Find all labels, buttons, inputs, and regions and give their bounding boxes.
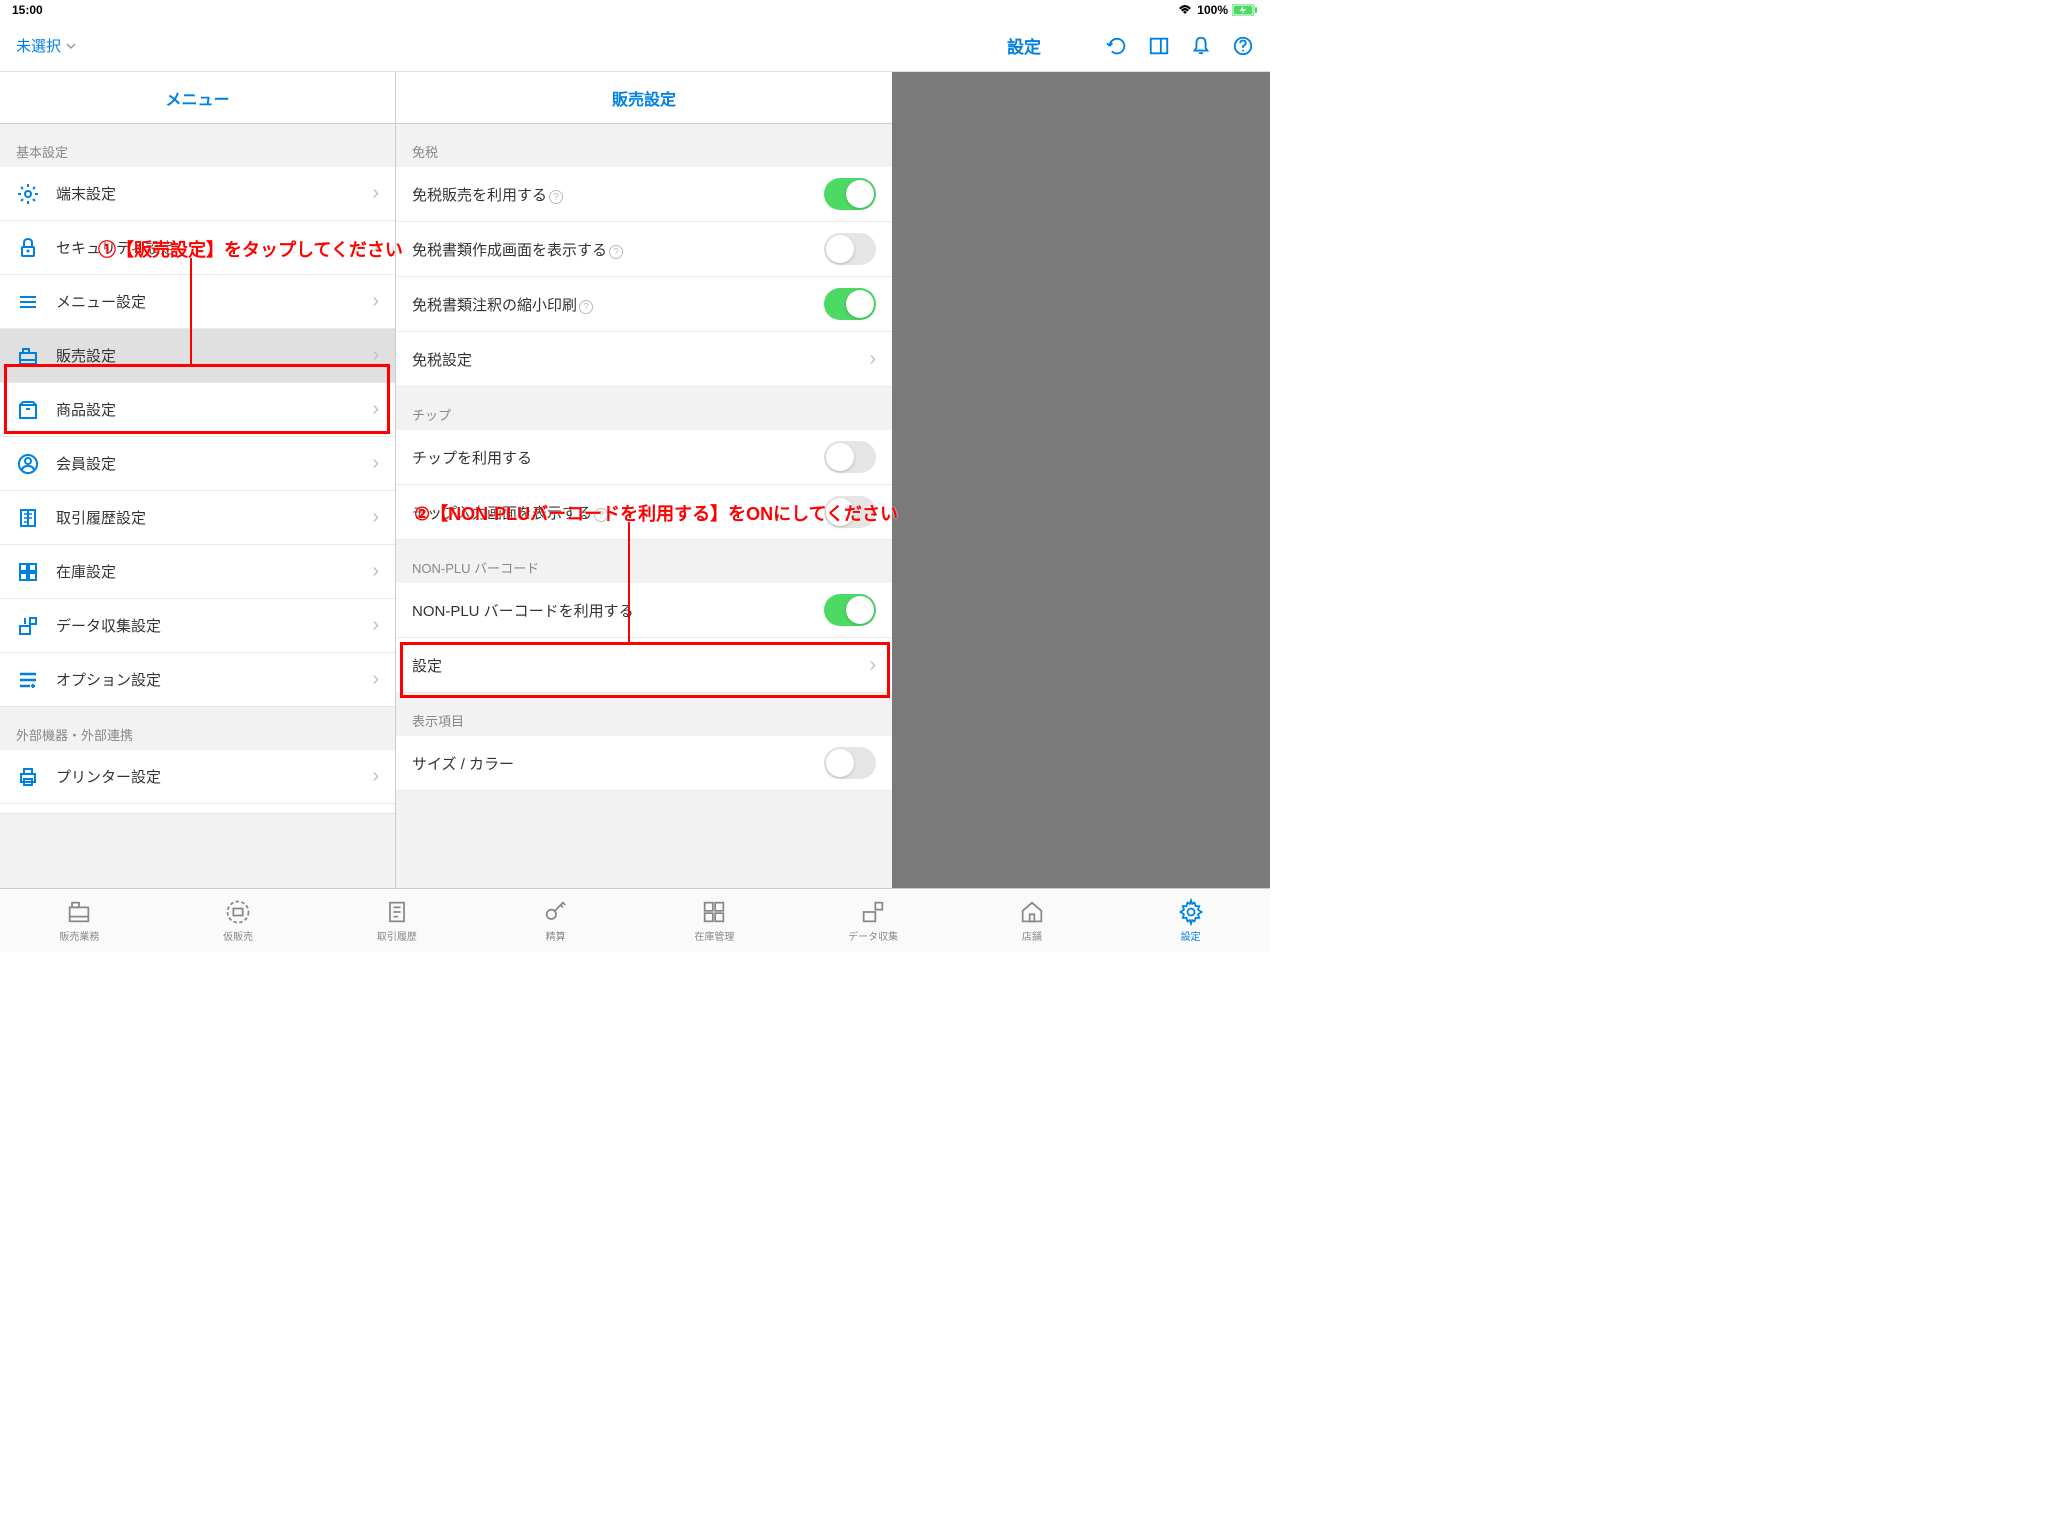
group-header-display: 表示項目 [396, 693, 892, 736]
menu-item-terminal[interactable]: 端末設定› [0, 167, 395, 221]
annotation-1: ①【販売設定】をタップしてください [98, 236, 403, 262]
highlight-box-1 [4, 364, 390, 434]
chevron-right-icon: › [372, 614, 379, 637]
nav-left-selector[interactable]: 未選択 [16, 35, 77, 56]
row-tax-use: 免税販売を利用する? [396, 167, 892, 222]
gear-icon [1177, 898, 1205, 926]
toggle-tax-doc[interactable] [824, 233, 876, 265]
chevron-right-icon: › [372, 452, 379, 475]
chevron-right-icon: › [372, 290, 379, 313]
annotation-2: ②【NON-PLUバーコードを利用する】をONにしてください [414, 500, 898, 526]
toggle-tax-use[interactable] [824, 178, 876, 210]
empty-panel [892, 72, 1270, 888]
chevron-down-icon [65, 40, 77, 52]
chevron-right-icon: › [372, 560, 379, 583]
main-panel[interactable]: 販売設定 免税 免税販売を利用する? 免税書類作成画面を表示する? 免税書類注釈… [396, 72, 892, 888]
provisional-icon [224, 898, 252, 926]
refresh-icon[interactable] [1106, 35, 1128, 57]
receipt-icon [16, 506, 40, 530]
collect-icon [859, 898, 887, 926]
chevron-right-icon: › [372, 765, 379, 788]
row-tax-doc: 免税書類作成画面を表示する? [396, 222, 892, 277]
chevron-right-icon: › [372, 668, 379, 691]
section-header-basic: 基本設定 [0, 124, 395, 167]
tab-history[interactable]: 取引履歴 [318, 889, 477, 952]
highlight-box-2 [400, 642, 890, 698]
collect-icon [16, 614, 40, 638]
annotation-line-2 [628, 522, 630, 642]
help-icon[interactable]: ? [579, 300, 593, 314]
row-tip-use: チップを利用する [396, 430, 892, 485]
bell-icon[interactable] [1190, 35, 1212, 57]
tab-provisional[interactable]: 仮販売 [159, 889, 318, 952]
battery-icon [1232, 4, 1258, 16]
receipt-icon [383, 898, 411, 926]
help-icon[interactable] [1232, 35, 1254, 57]
tab-store[interactable]: 店舗 [953, 889, 1112, 952]
row-tax-settings[interactable]: 免税設定› [396, 332, 892, 387]
row-size-color: サイズ / カラー [396, 736, 892, 791]
menu-item-member[interactable]: 会員設定› [0, 437, 395, 491]
group-header-tip: チップ [396, 387, 892, 430]
group-header-tax: 免税 [396, 124, 892, 167]
tab-collect[interactable]: データ収集 [794, 889, 953, 952]
tab-bar: 販売業務 仮販売 取引履歴 精算 在庫管理 データ収集 店舗 設定 [0, 888, 1270, 952]
annotation-line-1 [190, 258, 192, 364]
user-icon [16, 452, 40, 476]
section-header-external: 外部機器・外部連携 [0, 707, 395, 750]
menu-item-collect[interactable]: データ収集設定› [0, 599, 395, 653]
menu-icon [16, 290, 40, 314]
menu-item-menu[interactable]: メニュー設定› [0, 275, 395, 329]
home-icon [1018, 898, 1046, 926]
toggle-tip-use[interactable] [824, 441, 876, 473]
toggle-tax-print[interactable] [824, 288, 876, 320]
nav-bar: 未選択 設定 [0, 20, 1270, 72]
status-right: 100% [1177, 3, 1258, 17]
gear-icon [16, 182, 40, 206]
printer-icon [16, 765, 40, 789]
sidebar: メニュー 基本設定 端末設定› セキュリティ設定› メニュー設定› 販売設定› … [0, 72, 396, 888]
status-time: 15:00 [12, 3, 43, 17]
main-header: 販売設定 [396, 72, 892, 124]
status-bar: 15:00 100% [0, 0, 1270, 20]
lines-icon [16, 668, 40, 692]
key-icon [542, 898, 570, 926]
grid-icon [700, 898, 728, 926]
help-icon[interactable]: ? [549, 190, 563, 204]
nav-title: 設定 [1007, 33, 1041, 58]
sidebar-header: メニュー [0, 72, 395, 124]
chevron-right-icon: › [372, 506, 379, 529]
menu-item-partial[interactable] [0, 804, 395, 814]
lock-icon [16, 236, 40, 260]
chevron-right-icon: › [869, 348, 876, 371]
tab-settings[interactable]: 設定 [1111, 889, 1270, 952]
menu-item-option[interactable]: オプション設定› [0, 653, 395, 707]
chevron-right-icon: › [372, 182, 379, 205]
wifi-icon [1177, 4, 1193, 16]
menu-item-printer[interactable]: プリンター設定› [0, 750, 395, 804]
layout-icon[interactable] [1148, 35, 1170, 57]
menu-item-stock[interactable]: 在庫設定› [0, 545, 395, 599]
nav-actions [1106, 35, 1254, 57]
group-header-nonplu: NON-PLU バーコード [396, 540, 892, 583]
toggle-nonplu-use[interactable] [824, 594, 876, 626]
row-tax-print: 免税書類注釈の縮小印刷? [396, 277, 892, 332]
tab-settlement[interactable]: 精算 [476, 889, 635, 952]
row-nonplu-use: NON-PLU バーコードを利用する [396, 583, 892, 638]
help-icon[interactable]: ? [609, 245, 623, 259]
menu-item-history[interactable]: 取引履歴設定› [0, 491, 395, 545]
tab-inventory[interactable]: 在庫管理 [635, 889, 794, 952]
toggle-size-color[interactable] [824, 747, 876, 779]
tab-sales[interactable]: 販売業務 [0, 889, 159, 952]
battery-percent: 100% [1197, 3, 1228, 17]
register-icon [65, 898, 93, 926]
grid-icon [16, 560, 40, 584]
